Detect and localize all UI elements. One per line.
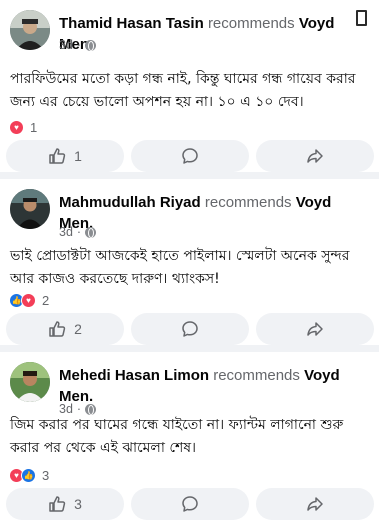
comment-button[interactable] xyxy=(131,313,249,345)
recommends-text: recommends xyxy=(204,194,292,211)
author-name[interactable]: Thamid Hasan Tasin xyxy=(59,15,204,32)
recommends-text: recommends xyxy=(207,15,295,32)
post-meta: 3d · xyxy=(59,225,97,239)
bookmark-icon[interactable] xyxy=(356,10,367,26)
like-count: 3 xyxy=(74,496,82,512)
reaction-count: 1 xyxy=(30,120,38,135)
thumbs-up-icon xyxy=(49,321,66,337)
avatar[interactable] xyxy=(10,10,50,50)
comment-bubble-icon xyxy=(182,321,198,337)
thumbs-up-icon xyxy=(49,148,66,164)
review-card: Thamid Hasan Tasin recommends Voyd Men. … xyxy=(0,0,379,172)
like-button[interactable]: 1 xyxy=(6,140,124,172)
reaction-count: 2 xyxy=(42,293,50,308)
share-button[interactable] xyxy=(256,140,374,172)
love-reaction-icon: ♥ xyxy=(21,293,36,308)
like-button[interactable]: 2 xyxy=(6,313,124,345)
comment-bubble-icon xyxy=(182,496,198,512)
review-card: Mahmudullah Riyad recommends Voyd Men. 3… xyxy=(0,179,379,345)
post-meta: 3d · xyxy=(59,38,97,52)
globe-icon xyxy=(85,226,97,238)
share-button[interactable] xyxy=(256,313,374,345)
comment-bubble-icon xyxy=(182,148,198,164)
review-text: পারফিউমের মতো কড়া গন্ধ নাই, কিন্তু ঘামে… xyxy=(10,71,356,110)
review-text: জিম করার পর ঘামের গন্ধে যাইতো না। ফ্যান্… xyxy=(10,417,344,456)
post-header: Thamid Hasan Tasin recommends Voyd Men. xyxy=(59,13,349,55)
globe-icon xyxy=(85,39,97,51)
reaction-summary[interactable]: ♥ 👍 3 xyxy=(9,468,49,483)
thumbs-up-icon xyxy=(49,496,66,512)
avatar[interactable] xyxy=(10,362,50,402)
avatar[interactable] xyxy=(10,189,50,229)
globe-icon xyxy=(85,403,97,415)
share-arrow-icon xyxy=(307,322,323,336)
love-reaction-icon: ♥ xyxy=(9,120,24,135)
reaction-summary[interactable]: ♥ 1 xyxy=(9,120,37,135)
reaction-summary[interactable]: 👍 ♥ 2 xyxy=(9,293,49,308)
post-header: Mahmudullah Riyad recommends Voyd Men. xyxy=(59,192,349,234)
share-arrow-icon xyxy=(307,497,323,511)
recommends-text: recommends xyxy=(213,367,300,384)
like-count: 2 xyxy=(74,321,82,337)
reaction-count: 3 xyxy=(42,468,50,483)
like-count: 1 xyxy=(74,148,82,164)
share-arrow-icon xyxy=(307,149,323,163)
like-reaction-icon: 👍 xyxy=(21,468,36,483)
timestamp[interactable]: 3d xyxy=(59,225,73,239)
timestamp[interactable]: 3d xyxy=(59,38,73,52)
like-button[interactable]: 3 xyxy=(6,488,124,520)
comment-button[interactable] xyxy=(131,488,249,520)
comment-button[interactable] xyxy=(131,140,249,172)
author-name[interactable]: Mehedi Hasan Limon xyxy=(59,367,209,384)
review-text: ভাই প্রোডাক্টটা আজকেই হাতে পাইলাম। স্মেল… xyxy=(10,248,350,287)
review-card: Mehedi Hasan Limon recommends Voyd Men. … xyxy=(0,352,379,528)
author-name[interactable]: Mahmudullah Riyad xyxy=(59,194,201,211)
share-button[interactable] xyxy=(256,488,374,520)
post-header: Mehedi Hasan Limon recommends Voyd Men. xyxy=(59,365,349,407)
